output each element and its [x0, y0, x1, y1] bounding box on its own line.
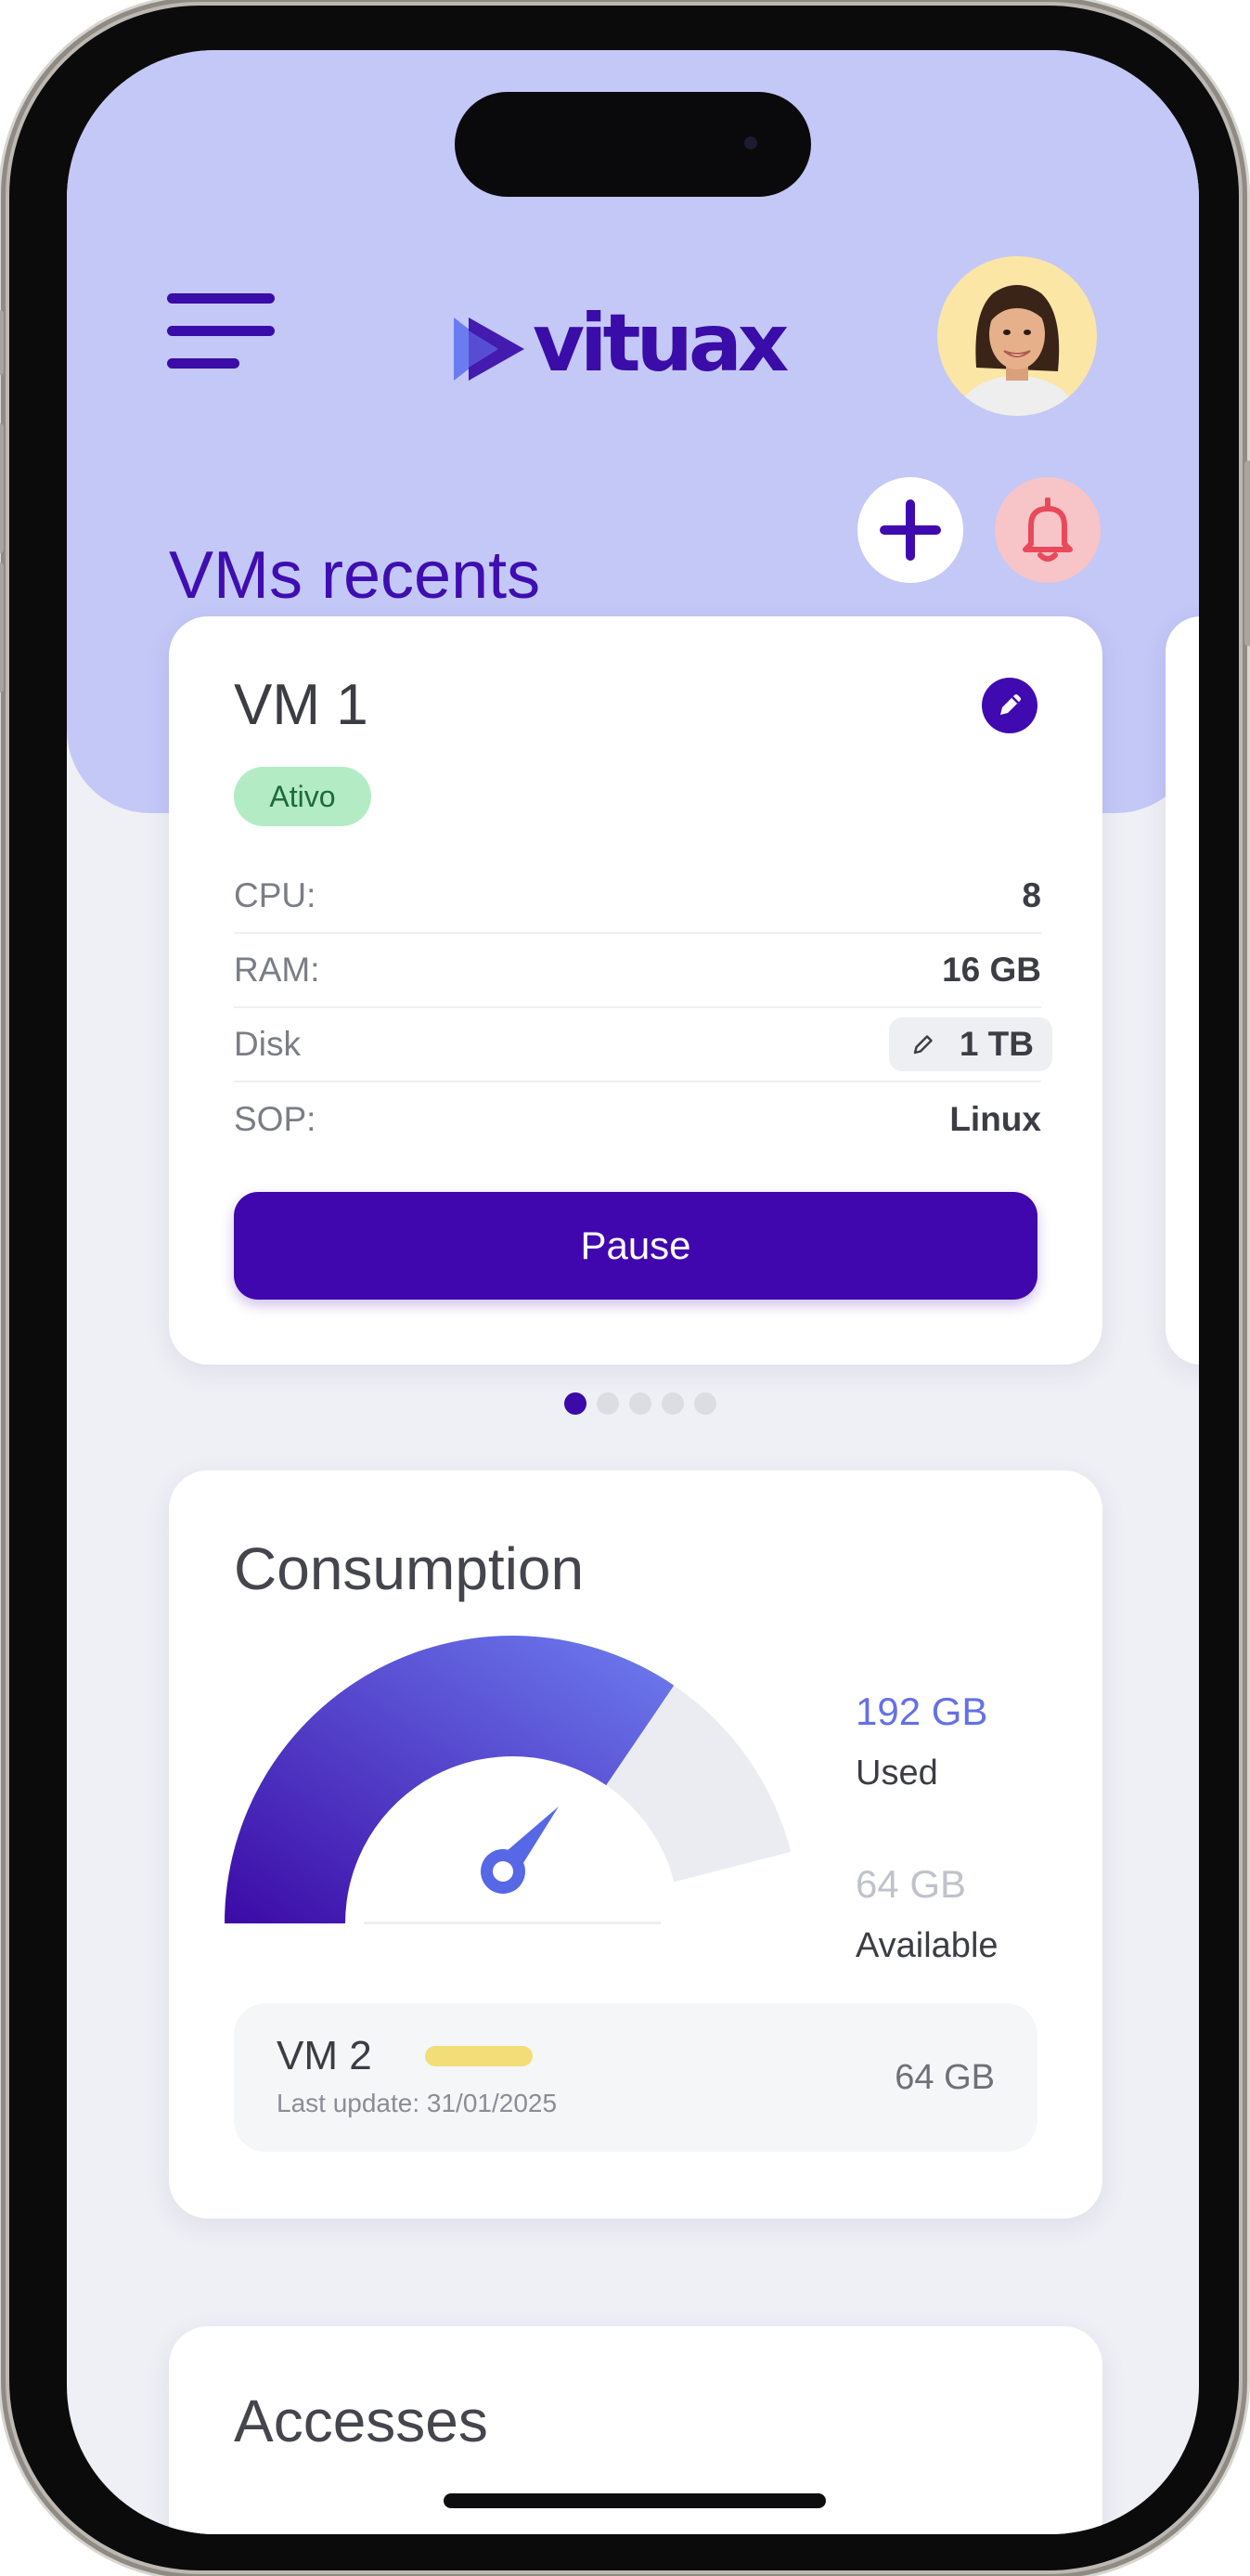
phone-side-button — [0, 310, 4, 375]
used-label: Used — [856, 1754, 938, 1793]
section-title: VMs recents — [169, 538, 541, 613]
spec-row-sop: SOP: Linux — [234, 1082, 1041, 1157]
consumption-gauge — [225, 1635, 792, 1924]
spec-value: 8 — [1022, 876, 1041, 914]
vm-card: VM 1 Ativo CPU: 8 RAM: 16 GB Disk 1 TB S… — [169, 616, 1102, 1365]
vm-title: VM 1 — [234, 673, 368, 737]
spec-label: CPU: — [234, 876, 316, 914]
recent-vm-usage-bar — [425, 2046, 533, 2066]
volume-up-button — [0, 423, 4, 553]
home-indicator[interactable] — [444, 2493, 826, 2508]
carousel-dot[interactable] — [564, 1392, 586, 1415]
dynamic-island — [455, 92, 811, 197]
edit-disk-chip[interactable]: 1 TB — [888, 1017, 1052, 1071]
pause-button[interactable]: Pause — [234, 1192, 1037, 1300]
screen: vituax VMs recents VM 1 Ativo CPU: 8 RAM… — [67, 50, 1199, 2534]
user-avatar[interactable] — [937, 256, 1097, 416]
spec-label: SOP: — [234, 1100, 316, 1138]
status-badge: Ativo — [234, 767, 371, 826]
spec-label: Disk — [234, 1025, 301, 1063]
available-value: 64 GB — [856, 1862, 967, 1906]
add-vm-button[interactable] — [857, 477, 963, 583]
spec-row-ram: RAM: 16 GB — [234, 934, 1041, 1008]
phone-frame: vituax VMs recents VM 1 Ativo CPU: 8 RAM… — [0, 6, 1250, 2570]
notifications-button[interactable] — [995, 477, 1101, 583]
brand-name: vituax — [533, 297, 789, 390]
recent-vm-size: 64 GB — [895, 2058, 995, 2097]
bell-icon — [1023, 498, 1073, 562]
carousel-dot[interactable] — [629, 1392, 651, 1415]
recent-vm-updated: Last update: 31/01/2025 — [277, 2089, 558, 2117]
consumption-card: Consumption 192 GB Used 64 GB Available … — [169, 1470, 1102, 2219]
spec-value: 1 TB — [959, 1025, 1034, 1063]
next-vm-card-peek[interactable] — [1166, 616, 1199, 1365]
plus-icon — [880, 499, 941, 561]
volume-down-button — [0, 563, 4, 693]
pencil-icon — [913, 1035, 933, 1055]
carousel-dot[interactable] — [597, 1392, 619, 1415]
edit-vm-button[interactable] — [982, 678, 1037, 733]
carousel-dot[interactable] — [694, 1392, 716, 1415]
vituax-logo: vituax — [450, 297, 877, 395]
spec-label: RAM: — [234, 951, 320, 989]
recent-vm-name: VM 2 — [277, 2033, 372, 2078]
spec-row-cpu: CPU: 8 — [234, 860, 1041, 934]
spec-value: Linux — [949, 1100, 1041, 1138]
used-value: 192 GB — [856, 1689, 988, 1733]
carousel-dot[interactable] — [662, 1392, 684, 1415]
power-button — [1244, 460, 1250, 646]
spec-row-disk: Disk 1 TB — [234, 1008, 1052, 1082]
hamburger-menu-icon[interactable] — [167, 293, 277, 371]
accesses-title: Accesses — [234, 2388, 488, 2454]
recent-vm-row[interactable]: VM 2 Last update: 31/01/2025 64 GB — [234, 2003, 1037, 2152]
available-label: Available — [856, 1926, 999, 1965]
pencil-icon — [1000, 694, 1021, 715]
spec-value: 16 GB — [942, 951, 1041, 989]
consumption-title: Consumption — [234, 1535, 585, 1602]
